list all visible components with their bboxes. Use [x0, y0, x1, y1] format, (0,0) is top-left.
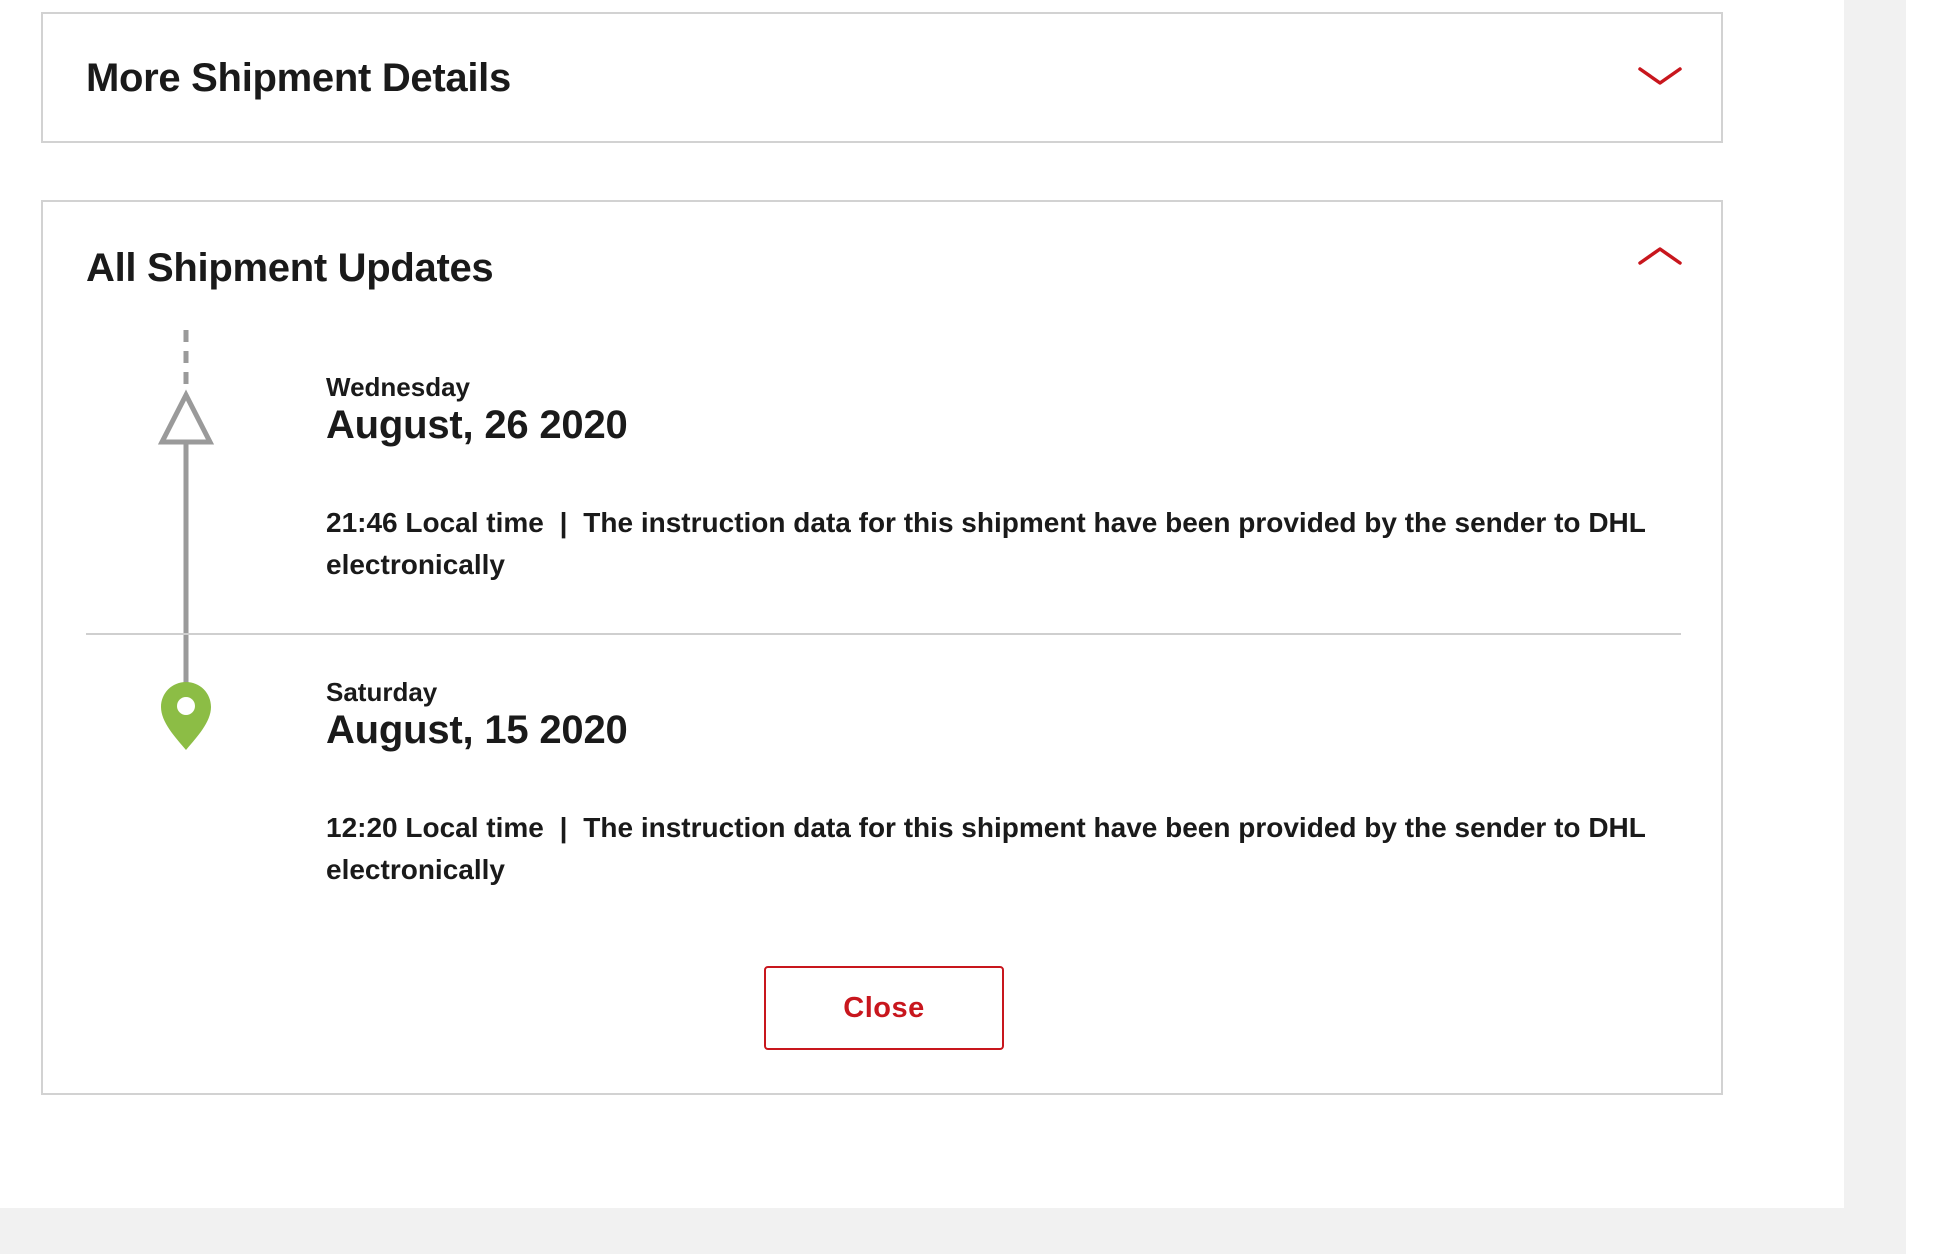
- main-content: More Shipment Details All Shipment Updat…: [0, 0, 1844, 1208]
- timeline: [157, 330, 215, 750]
- event-time: 12:20 Local time: [326, 812, 544, 843]
- close-button[interactable]: Close: [764, 966, 1004, 1050]
- location-pin-icon: [161, 682, 211, 750]
- event-separator: |: [559, 812, 568, 843]
- page-footer-background: [0, 1208, 1844, 1254]
- triangle-outline-icon: [157, 389, 215, 445]
- shipment-event: Saturday August, 15 2020 12:20 Local tim…: [326, 677, 1696, 891]
- event-separator: |: [559, 507, 568, 538]
- chevron-down-icon[interactable]: [1637, 64, 1683, 90]
- chevron-up-icon[interactable]: [1637, 242, 1683, 268]
- event-divider: [86, 633, 1681, 635]
- shipment-event: Wednesday August, 26 2020 21:46 Local ti…: [326, 372, 1696, 586]
- event-time: 21:46 Local time: [326, 507, 544, 538]
- event-detail: 12:20 Local time | The instruction data …: [326, 807, 1696, 891]
- event-date: August, 26 2020: [326, 403, 628, 447]
- event-weekday: Saturday: [326, 677, 438, 707]
- more-shipment-details-panel[interactable]: More Shipment Details: [41, 12, 1723, 143]
- more-shipment-details-title[interactable]: More Shipment Details: [86, 56, 511, 101]
- event-detail: 21:46 Local time | The instruction data …: [326, 502, 1696, 586]
- event-weekday: Wednesday: [326, 372, 471, 402]
- all-shipment-updates-panel: All Shipment Updates Wednesday August, 2…: [41, 200, 1723, 1095]
- event-date: August, 15 2020: [326, 708, 628, 752]
- page-side-background: [1844, 0, 1906, 1254]
